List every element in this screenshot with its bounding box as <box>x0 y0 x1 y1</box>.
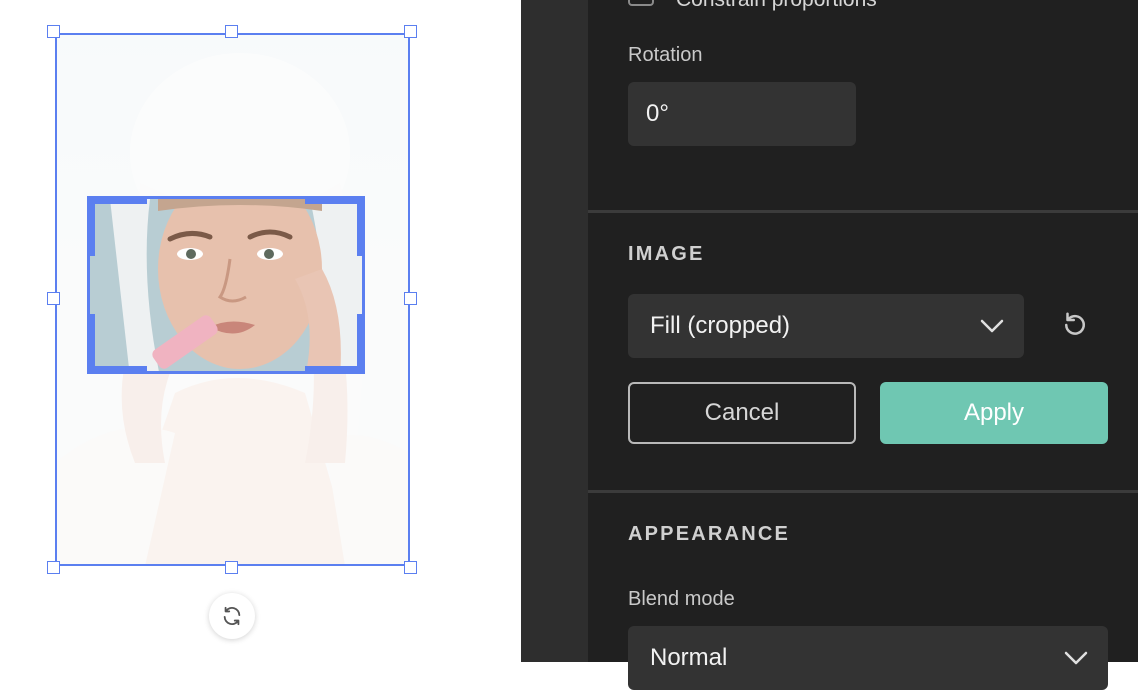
blend-mode-select[interactable]: Normal <box>628 626 1108 690</box>
constrain-proportions-label: Constrain proportions <box>676 0 877 12</box>
section-divider <box>588 210 1138 213</box>
blend-mode-label: Blend mode <box>628 588 735 610</box>
rotate-button[interactable] <box>209 593 255 639</box>
resize-handle-bottom-left[interactable] <box>47 561 60 574</box>
cancel-button[interactable]: Cancel <box>628 382 856 444</box>
panel-gutter <box>521 0 588 662</box>
chevron-down-icon <box>980 319 1004 333</box>
chevron-down-icon <box>1064 651 1088 665</box>
apply-button[interactable]: Apply <box>880 382 1108 444</box>
appearance-section-heading: APPEARANCE <box>628 523 791 545</box>
fill-mode-value: Fill (cropped) <box>650 312 791 339</box>
resize-handle-top-left[interactable] <box>47 25 60 38</box>
blend-mode-value: Normal <box>650 644 728 671</box>
resize-handle-top-right[interactable] <box>404 25 417 38</box>
selection-frame <box>55 33 410 566</box>
rotation-label: Rotation <box>628 44 703 66</box>
resize-handle-bottom-right[interactable] <box>404 561 417 574</box>
resize-handle-left[interactable] <box>47 292 60 305</box>
resize-handle-top[interactable] <box>225 25 238 38</box>
canvas-area <box>0 0 521 662</box>
resize-handle-right[interactable] <box>404 292 417 305</box>
rotation-input[interactable]: 0° <box>628 82 856 146</box>
properties-panel: Constrain proportions Rotation 0° IMAGE … <box>588 0 1138 690</box>
rotation-value: 0° <box>646 100 669 127</box>
resize-handle-bottom[interactable] <box>225 561 238 574</box>
rotate-arrows-icon <box>223 606 241 626</box>
section-divider <box>588 490 1138 493</box>
undo-icon <box>1065 312 1085 335</box>
constrain-proportions-checkbox[interactable] <box>628 0 654 6</box>
image-section-heading: IMAGE <box>628 243 705 265</box>
fill-mode-select[interactable]: Fill (cropped) <box>628 294 1024 358</box>
reset-image-button[interactable] <box>1060 310 1094 344</box>
